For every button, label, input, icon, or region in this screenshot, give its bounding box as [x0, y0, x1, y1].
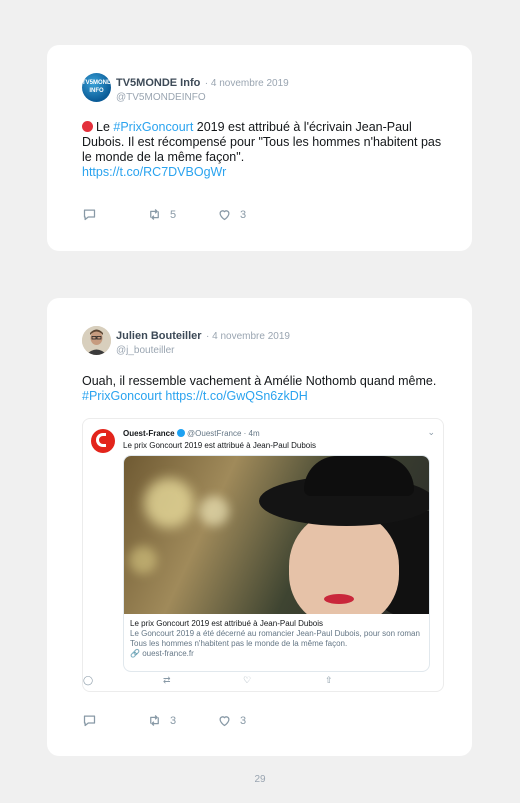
heart-icon — [219, 210, 230, 221]
tweet-url-link[interactable]: https://t.co/GwQSn6zkDH — [165, 389, 307, 403]
author-handle[interactable]: @j_bouteiller — [116, 345, 290, 356]
embed-share-icon[interactable]: ⇧ — [325, 675, 333, 686]
embed-heart-icon[interactable]: ♡ — [243, 675, 251, 686]
tweet-url-link[interactable]: https://t.co/RC7DVBOgWr — [82, 165, 226, 179]
author-name[interactable]: TV5MONDE Info — [116, 77, 200, 89]
retweet-button[interactable]: 3 — [147, 713, 176, 728]
tweet-text: Ouah, il ressemble vachement à Amélie No… — [82, 374, 442, 404]
heart-icon — [219, 716, 230, 727]
embed-reply-icon[interactable]: ◯ — [83, 675, 93, 686]
embed-text: Le prix Goncourt 2019 est attribué à Jea… — [123, 441, 317, 450]
reply-button[interactable] — [82, 207, 97, 222]
red-circle-icon — [82, 121, 93, 132]
link-card-info: Le prix Goncourt 2019 est attribué à Jea… — [124, 614, 429, 671]
chevron-down-icon[interactable]: ⌄ — [427, 427, 435, 438]
verified-badge-icon — [176, 429, 185, 437]
user-photo-icon — [82, 326, 111, 355]
tweet-date[interactable]: · 4 novembre 2019 — [205, 78, 289, 89]
tweet-card: TV5MONDE INFO TV5MONDE Info · 4 novembre… — [47, 45, 472, 251]
embed-actions: ◯ ⇄ ♡ ⇧ — [83, 675, 443, 687]
like-button[interactable]: 3 — [217, 713, 246, 728]
link-card-title: Le prix Goncourt 2019 est attribué à Jea… — [130, 619, 324, 628]
link-card-domain-text: ouest-france.fr — [142, 649, 194, 658]
retweet-count: 5 — [170, 208, 177, 221]
ouest-france-logo-icon — [91, 429, 115, 453]
like-count: 3 — [240, 208, 247, 221]
retweet-count: 3 — [170, 714, 177, 727]
avatar[interactable]: TV5MONDE INFO — [82, 73, 111, 102]
page-number: 29 — [254, 774, 266, 785]
author-name[interactable]: Julien Bouteiller — [116, 330, 202, 342]
link-card[interactable]: Le prix Goncourt 2019 est attribué à Jea… — [123, 455, 430, 672]
reply-icon — [83, 715, 96, 727]
hashtag-link[interactable]: #PrixGoncourt — [113, 120, 193, 134]
reply-icon — [83, 209, 96, 221]
tweet-meta: Julien Bouteiller · 4 novembre 2019 @j_b… — [116, 326, 290, 356]
avatar-label: TV5MONDE INFO — [82, 80, 111, 94]
embed-handle: @OuestFrance · 4m — [187, 429, 260, 438]
like-button[interactable]: 3 — [217, 207, 246, 222]
tweet-text-before: Le — [96, 120, 114, 134]
article-photo — [124, 456, 429, 614]
reply-button[interactable] — [82, 713, 97, 728]
tweet-date[interactable]: · 4 novembre 2019 — [206, 331, 290, 342]
tweet-meta: TV5MONDE Info · 4 novembre 2019 @TV5MOND… — [116, 73, 289, 103]
like-count: 3 — [240, 714, 247, 727]
avatar[interactable] — [82, 326, 111, 355]
tweet-text: Le #PrixGoncourt 2019 est attribué à l'é… — [82, 120, 442, 180]
retweet-icon — [150, 715, 159, 726]
retweet-button[interactable]: 5 — [147, 207, 176, 222]
link-card-description: Le Goncourt 2019 a été décerné au romanc… — [130, 629, 420, 648]
embed-author-name[interactable]: Ouest-France — [123, 429, 175, 438]
embed-meta: Ouest-France @OuestFrance · 4m — [123, 429, 260, 438]
author-handle[interactable]: @TV5MONDEINFO — [116, 92, 289, 103]
embedded-tweet[interactable]: Ouest-France @OuestFrance · 4m ⌄ Le prix… — [82, 418, 444, 692]
tweet-card: Julien Bouteiller · 4 novembre 2019 @j_b… — [47, 298, 472, 756]
hashtag-link[interactable]: #PrixGoncourt — [82, 389, 162, 403]
tweet-text-body: Ouah, il ressemble vachement à Amélie No… — [82, 374, 437, 388]
retweet-icon — [150, 209, 159, 220]
embed-retweet-icon[interactable]: ⇄ — [163, 675, 171, 686]
link-card-domain: 🔗 ouest-france.fr — [130, 649, 194, 658]
